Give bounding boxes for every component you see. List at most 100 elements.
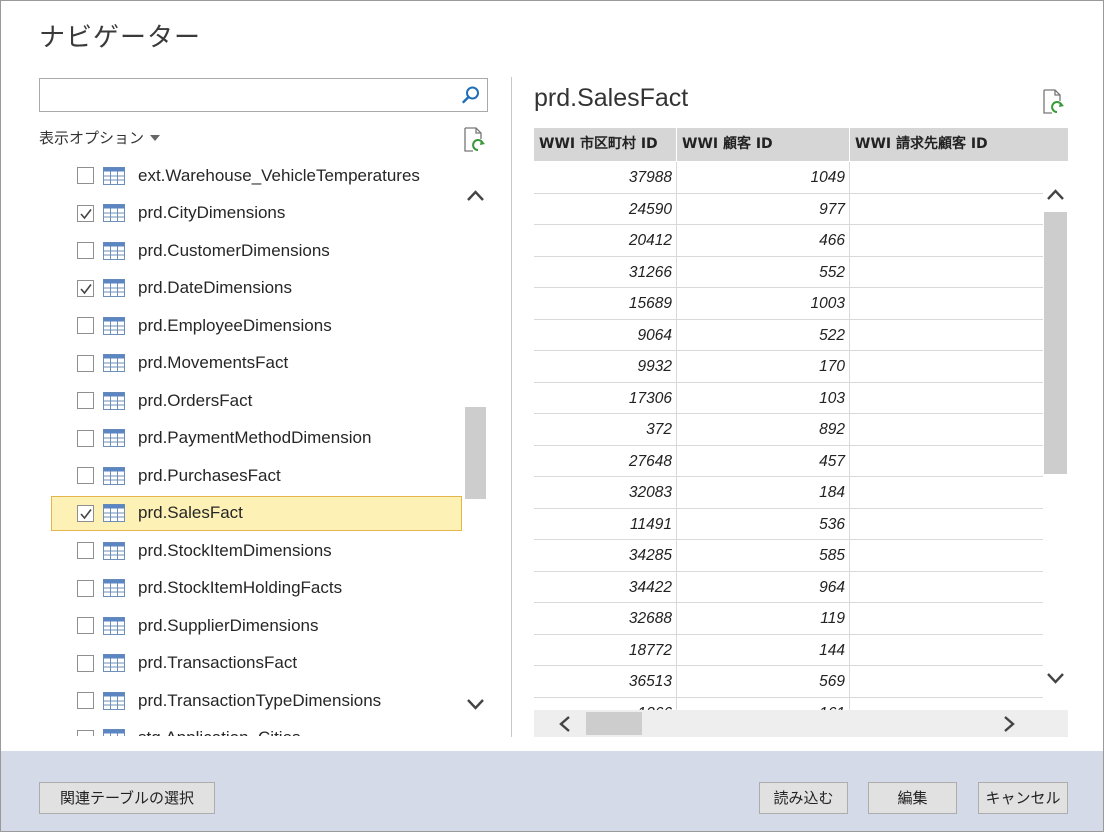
checkbox[interactable] [77, 167, 94, 184]
table-icon [103, 429, 125, 447]
tree-vertical-scrollbar[interactable] [463, 161, 488, 739]
scroll-up-icon[interactable] [1046, 188, 1065, 202]
table-row[interactable]: 372 892 [534, 414, 1044, 446]
table-row[interactable]: 17306 103 [534, 382, 1044, 414]
table-cell: 892 [677, 414, 850, 446]
table-cell [850, 382, 1044, 414]
grid-hscroll-thumb[interactable] [586, 712, 642, 735]
table-row[interactable]: 34422 964 [534, 571, 1044, 603]
refresh-icon[interactable] [462, 127, 486, 153]
scroll-right-icon[interactable] [1002, 715, 1016, 733]
navigator-dialog: ナビゲーター 表示オプション ext.Warehouse_VehicleTemp… [0, 0, 1104, 832]
table-row[interactable]: 32083 184 [534, 477, 1044, 509]
column-header[interactable]: WWI 請求先顧客 ID [850, 128, 1068, 161]
table-cell [850, 634, 1044, 666]
select-related-tables-button[interactable]: 関連テーブルの選択 [39, 782, 215, 814]
grid-header: WWI 市区町村 ID WWI 顧客 ID WWI 請求先顧客 ID [534, 128, 1068, 161]
table-icon [103, 241, 125, 260]
grid-vertical-scrollbar[interactable] [1043, 162, 1068, 710]
cancel-button[interactable]: キャンセル [978, 782, 1068, 814]
table-cell: 18772 [534, 634, 677, 666]
checkbox[interactable] [77, 317, 94, 334]
checkbox[interactable] [77, 692, 94, 709]
tree-item[interactable]: prd.MovementsFact [51, 346, 462, 381]
table-cell: 585 [677, 540, 850, 572]
tree-item[interactable]: prd.CustomerDimensions [51, 233, 462, 268]
table-cell: 17306 [534, 382, 677, 414]
tree-item-label: prd.StockItemHoldingFacts [138, 578, 343, 597]
tree-scroll-thumb[interactable] [465, 407, 486, 499]
checkbox[interactable] [77, 392, 94, 409]
checkbox[interactable] [77, 354, 94, 372]
checkbox[interactable] [77, 204, 94, 222]
checkbox[interactable] [77, 504, 94, 522]
load-button[interactable]: 読み込む [759, 782, 848, 814]
scroll-up-icon[interactable] [466, 189, 485, 203]
tree-item[interactable]: prd.PaymentMethodDimension [51, 421, 462, 456]
preview-title: prd.SalesFact [534, 84, 689, 112]
column-header[interactable]: WWI 市区町村 ID [534, 128, 677, 161]
tree-item[interactable]: prd.StockItemHoldingFacts [51, 571, 462, 606]
table-row[interactable]: 24590 977 [534, 193, 1044, 225]
tree-item[interactable]: prd.EmployeeDimensions [51, 308, 462, 343]
table-row[interactable]: 1366161 [534, 697, 1044, 710]
tree-item[interactable]: prd.PurchasesFact [51, 458, 462, 493]
table-row[interactable]: 18772 144 [534, 634, 1044, 666]
scroll-left-icon[interactable] [558, 715, 572, 733]
pane-divider[interactable] [511, 77, 512, 737]
scroll-down-icon[interactable] [1046, 671, 1065, 685]
table-row[interactable]: 9932 170 [534, 351, 1044, 383]
checkmark-icon [80, 508, 92, 519]
checkmark-icon [80, 283, 92, 294]
tree-item[interactable]: stg.Application_Cities [51, 721, 462, 736]
tree-item[interactable]: ext.Warehouse_VehicleTemperatures [51, 158, 462, 193]
table-row[interactable]: 27648 457 [534, 445, 1044, 477]
tree-item-label: prd.MovementsFact [138, 353, 289, 372]
checkbox[interactable] [77, 654, 94, 672]
checkbox[interactable] [77, 579, 94, 597]
table-row[interactable]: 32688 119 [534, 603, 1044, 635]
table-row[interactable]: 36513 569 [534, 666, 1044, 698]
table-cell: 977 [677, 193, 850, 225]
tree-item[interactable]: prd.CityDimensions [51, 196, 462, 231]
tree-item[interactable]: prd.OrdersFact [51, 383, 462, 418]
search-input[interactable] [40, 79, 455, 111]
tree-item[interactable]: prd.TransactionTypeDimensions [51, 683, 462, 718]
tree-item-label: prd.PaymentMethodDimension [138, 428, 372, 447]
display-options-dropdown[interactable]: 表示オプション [39, 127, 161, 148]
tree-item[interactable]: prd.SupplierDimensions [51, 608, 462, 643]
grid-horizontal-scrollbar[interactable] [534, 710, 1068, 737]
tree-item[interactable]: prd.StockItemDimensions [51, 533, 462, 568]
scroll-down-icon[interactable] [466, 697, 485, 711]
table-cell [850, 508, 1044, 540]
table-row[interactable]: 37988 1049 [534, 162, 1044, 194]
table-row[interactable]: 34285 585 [534, 540, 1044, 572]
tree-item[interactable]: prd.TransactionsFact [51, 646, 462, 681]
table-row[interactable]: 31266 552 [534, 256, 1044, 288]
table-row[interactable]: 11491 536 [534, 508, 1044, 540]
table-icon [103, 279, 125, 297]
checkbox[interactable] [77, 617, 94, 634]
table-cell: 32688 [534, 603, 677, 635]
table-cell: 20412 [534, 225, 677, 257]
checkbox[interactable] [77, 467, 94, 484]
edit-button[interactable]: 編集 [868, 782, 957, 814]
table-row[interactable]: 9064 522 [534, 319, 1044, 351]
checkbox[interactable] [77, 729, 94, 736]
refresh-preview-icon[interactable] [1041, 89, 1065, 115]
grid-vscroll-thumb[interactable] [1044, 212, 1067, 474]
caret-down-icon [150, 134, 161, 141]
checkbox[interactable] [77, 542, 94, 559]
tree-item[interactable]: prd.DateDimensions [51, 271, 462, 306]
table-icon [103, 391, 125, 410]
table-row[interactable]: 15689 1003 [534, 288, 1044, 320]
column-header[interactable]: WWI 顧客 ID [677, 128, 850, 161]
checkbox[interactable] [77, 242, 94, 259]
table-row[interactable]: 20412 466 [534, 225, 1044, 257]
checkbox[interactable] [77, 279, 94, 297]
tree-item[interactable]: prd.SalesFact [51, 495, 462, 531]
checkbox[interactable] [77, 429, 94, 447]
search-icon[interactable] [461, 85, 481, 105]
grid-body: 37988 1049 24590 977 20412 466 31266 552 15689 10… [534, 162, 1044, 710]
table-icon [103, 579, 125, 597]
